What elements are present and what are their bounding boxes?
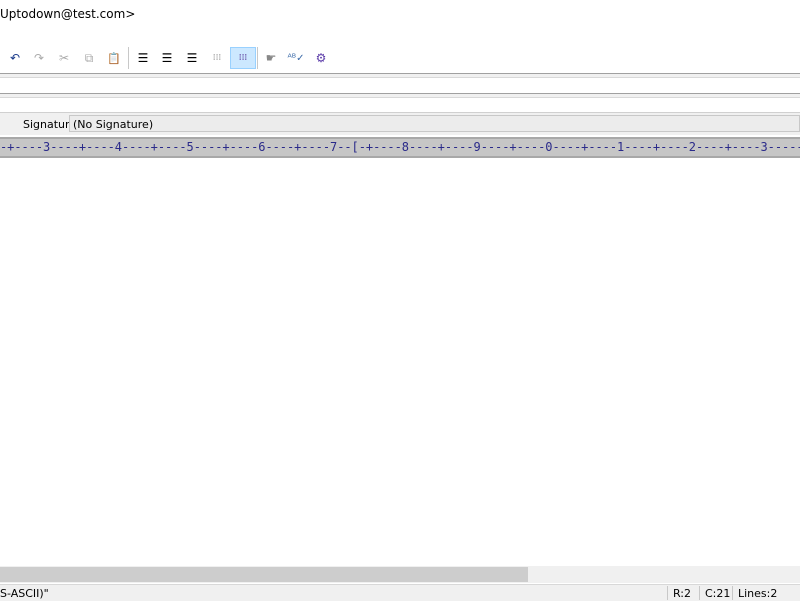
cut-button[interactable]: ✂ <box>53 47 75 69</box>
align-left-button[interactable]: ☰ <box>156 47 178 69</box>
toolbar-separator <box>257 47 258 69</box>
tools-icon: ⚙ <box>315 51 327 65</box>
divider <box>0 93 800 98</box>
toolbar-separator <box>128 47 129 69</box>
copy-button[interactable]: ⧉ <box>78 47 100 69</box>
paste-button[interactable]: 📋 <box>103 47 125 69</box>
ruler[interactable]: -+----3----+----4----+----5----+----6---… <box>0 137 800 158</box>
spell-check-button[interactable]: ᴬᴮ✓ <box>285 47 307 69</box>
align-right-icon: ☰ <box>186 51 198 65</box>
status-divider <box>667 586 668 600</box>
to-address: Uptodown@test.com> <box>0 7 136 21</box>
subject-field[interactable] <box>0 77 800 92</box>
tools-button[interactable]: ⚙ <box>310 47 332 69</box>
toolbar: ↶ ↷ ✂ ⧉ 📋 ☰ ☰ ☰ ⁞⁞⁞ ⁞⁞⁞ ☛ ᴬᴮ✓ ⚙ <box>0 44 800 72</box>
status-divider <box>732 586 733 600</box>
pointing-hand-icon: ☛ <box>265 51 277 65</box>
copy-icon: ⧉ <box>84 50 94 65</box>
undo-icon: ↶ <box>9 51 21 65</box>
status-lines: Lines:2 <box>738 587 778 600</box>
redo-button[interactable]: ↷ <box>28 47 50 69</box>
align-center-button[interactable]: ☰ <box>132 47 154 69</box>
status-encoding: S-ASCII)" <box>0 587 49 600</box>
status-column: C:21 <box>705 587 731 600</box>
status-row: R:2 <box>673 587 692 600</box>
spell-check-icon: ᴬᴮ✓ <box>287 52 305 64</box>
status-divider <box>699 586 700 600</box>
wrap-icon: ⁞⁞⁞ <box>238 53 248 63</box>
undo-button[interactable]: ↶ <box>4 47 26 69</box>
scrollbar-thumb[interactable] <box>0 567 528 582</box>
status-bar: S-ASCII)" R:2 C:21 Lines:2 <box>0 584 800 601</box>
align-center-icon: ☰ <box>137 51 149 65</box>
horizontal-scrollbar[interactable] <box>0 566 800 583</box>
redo-icon: ↷ <box>33 51 45 65</box>
message-body-editor[interactable] <box>0 158 800 566</box>
signature-select[interactable]: (No Signature) <box>69 115 800 132</box>
paste-icon: 📋 <box>107 51 121 65</box>
wrap-button[interactable]: ⁞⁞⁞ <box>230 47 256 69</box>
align-left-icon: ☰ <box>161 51 173 65</box>
cut-icon: ✂ <box>58 51 70 65</box>
point-button[interactable]: ☛ <box>260 47 282 69</box>
align-right-button[interactable]: ☰ <box>181 47 203 69</box>
columns-icon: ⁞⁞⁞ <box>212 53 222 63</box>
signature-row: Signature: (No Signature) <box>0 112 800 135</box>
columns-button[interactable]: ⁞⁞⁞ <box>206 47 228 69</box>
